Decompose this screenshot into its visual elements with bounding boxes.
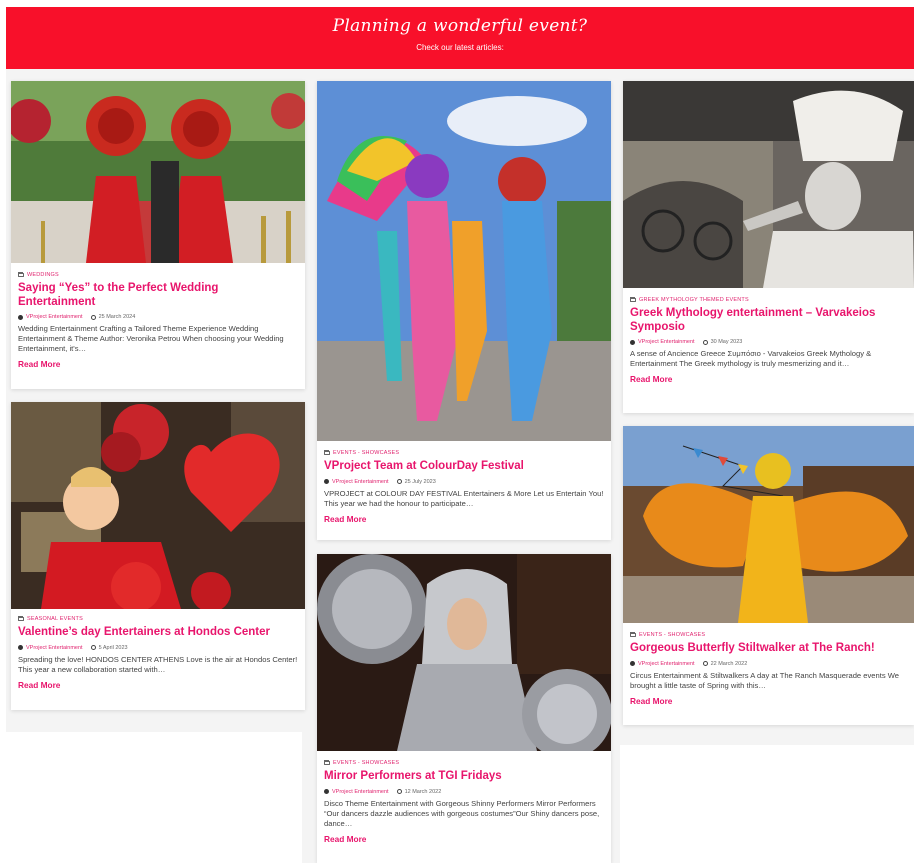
article-date: 5 April 2023 [98,644,128,651]
user-icon [324,479,329,484]
article-author[interactable]: VProject Entertainment [638,661,695,667]
article-date: 25 July 2023 [404,478,436,485]
article-image[interactable] [623,426,914,623]
folder-icon [18,615,24,622]
article-excerpt: A sense of Ancience Greece Συμπόσιο - Va… [630,349,872,368]
article-image[interactable] [623,81,914,288]
article-date: 25 March 2024 [98,314,136,320]
read-more-link[interactable]: Read More [324,834,366,844]
article-title[interactable]: Saying “Yes” to the Perfect Wedding Ente… [18,282,298,309]
article-author[interactable]: VProject Entertainment [26,314,83,320]
header-banner: Planning a wonderful event? Check our la… [6,7,914,69]
article-category[interactable]: EVENTS - SHOWCASES [324,759,604,766]
article-excerpt: Disco Theme Entertainment with Gorgeous … [324,798,600,828]
grid-empty-space [620,745,914,863]
article-category[interactable]: GREEK MYTHOLOGY THEMED EVENTS [630,296,907,303]
article-card-valentines[interactable]: SEASONAL EVENTS Valentine’s day Entertai… [11,402,305,710]
article-date: 30 May 2023 [710,339,743,345]
clock-icon [90,314,96,320]
article-image[interactable] [11,81,305,263]
article-image[interactable] [317,81,611,441]
banner-title: Planning a wonderful event? [332,16,588,36]
clock-icon [702,339,708,345]
clock-icon [702,661,708,666]
clock-icon [90,645,96,650]
user-icon [630,339,635,345]
banner-subtitle: Check our latest articles: [416,43,504,52]
user-icon [18,314,23,320]
article-meta: VProject Entertainment 30 May 2023 [630,339,907,345]
article-excerpt: VPROJECT at COLOUR DAY FESTIVAL Entertai… [324,488,604,508]
article-meta: VProject Entertainment 25 March 2024 [18,314,298,320]
article-card-mirror[interactable]: EVENTS - SHOWCASES Mirror Performers at … [317,554,611,863]
article-title[interactable]: Greek Mythology entertainment – Varvakei… [630,307,907,334]
user-icon [324,789,329,794]
article-image[interactable] [317,554,611,751]
article-author[interactable]: VProject Entertainment [26,645,83,651]
article-title[interactable]: Valentine’s day Entertainers at Hondos C… [18,626,298,640]
article-title[interactable]: Gorgeous Butterfly Stiltwalker at The Ra… [630,642,907,656]
article-excerpt: Circus Entertainment & Stiltwalkers A da… [630,670,900,690]
folder-icon [18,271,24,278]
article-card-greek-mythology[interactable]: GREEK MYTHOLOGY THEMED EVENTS Greek Myth… [623,81,914,413]
article-card-colourday[interactable]: EVENTS - SHOWCASES VProject Team at Colo… [317,81,611,540]
user-icon [630,661,635,666]
article-category[interactable]: SEASONAL EVENTS [18,615,298,622]
read-more-link[interactable]: Read More [630,696,672,706]
article-meta: VProject Entertainment 25 July 2023 [324,479,604,485]
user-icon [18,645,23,650]
article-author[interactable]: VProject Entertainment [332,789,389,795]
article-title[interactable]: VProject Team at ColourDay Festival [324,460,604,474]
article-category[interactable]: EVENTS - SHOWCASES [630,631,907,638]
article-excerpt: Spreading the love! HONDOS CENTER ATHENS… [18,654,298,674]
read-more-link[interactable]: Read More [18,680,60,690]
article-title[interactable]: Mirror Performers at TGI Fridays [324,770,604,784]
read-more-link[interactable]: Read More [630,374,672,384]
folder-icon [324,449,330,456]
article-date: 12 March 2022 [404,788,442,795]
clock-icon [396,789,402,794]
clock-icon [396,479,402,484]
article-meta: VProject Entertainment 5 April 2023 [18,645,298,651]
read-more-link[interactable]: Read More [18,359,60,369]
article-meta: VProject Entertainment 22 March 2022 [630,661,907,667]
article-meta: VProject Entertainment 12 March 2022 [324,789,604,795]
article-card-wedding[interactable]: WEDDINGS Saying “Yes” to the Perfect Wed… [11,81,305,389]
article-card-butterfly[interactable]: EVENTS - SHOWCASES Gorgeous Butterfly St… [623,426,914,725]
folder-icon [630,296,636,303]
folder-icon [324,759,330,766]
article-author[interactable]: VProject Entertainment [638,339,695,345]
article-author[interactable]: VProject Entertainment [332,479,389,485]
article-date: 22 March 2022 [710,660,748,667]
article-excerpt: Wedding Entertainment Crafting a Tailore… [18,324,284,353]
folder-icon [630,631,636,638]
read-more-link[interactable]: Read More [324,514,366,524]
article-category[interactable]: WEDDINGS [18,271,298,278]
grid-empty-space [6,732,302,863]
article-category[interactable]: EVENTS - SHOWCASES [324,449,604,456]
article-image[interactable] [11,402,305,609]
